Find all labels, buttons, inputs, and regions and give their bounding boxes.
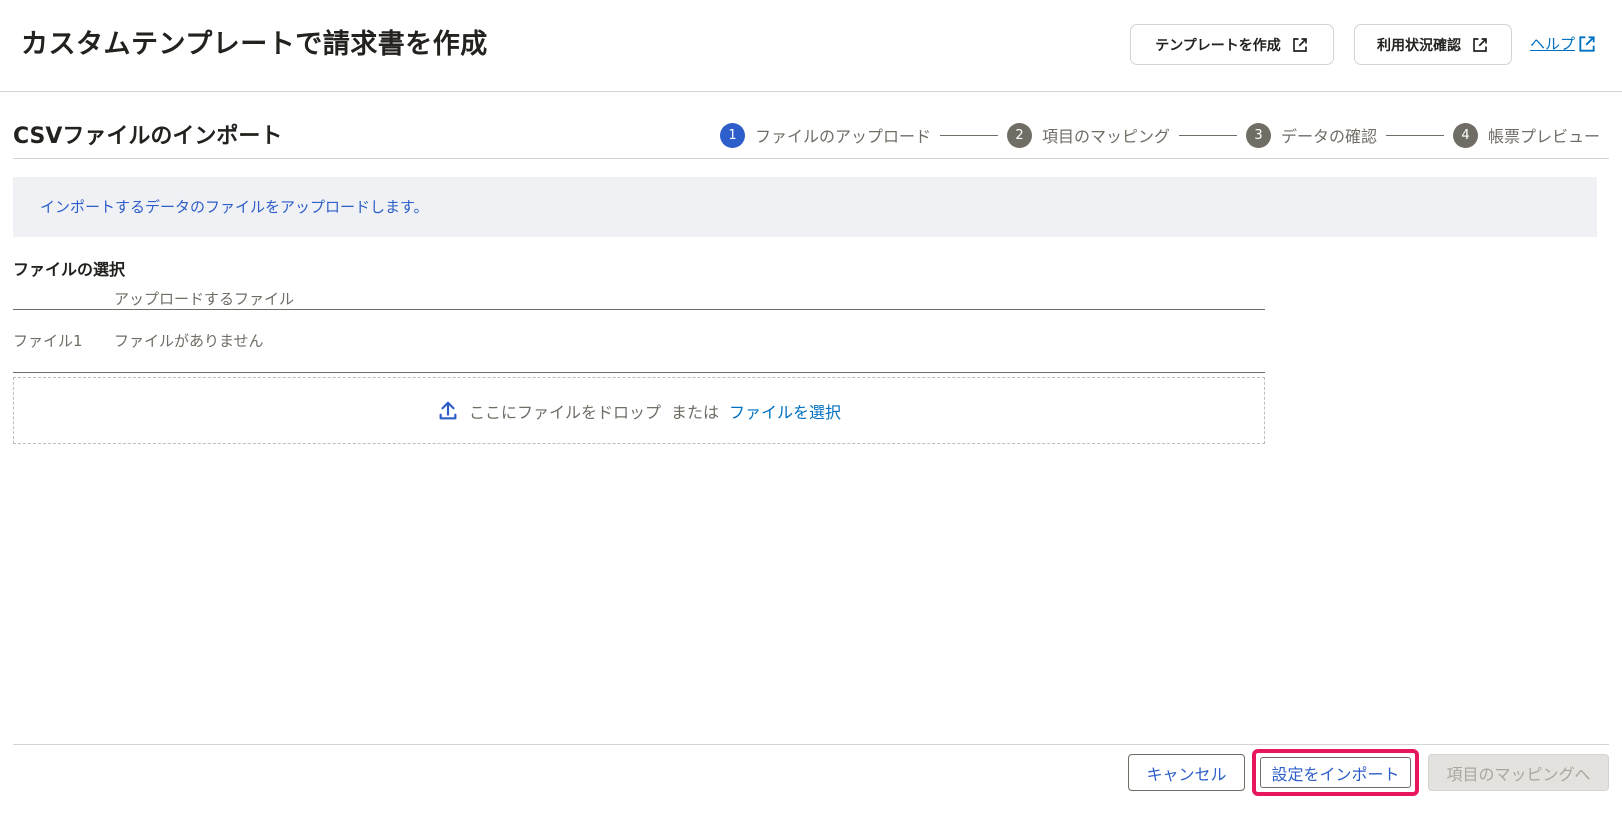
step-number: 1	[720, 122, 745, 148]
create-template-label: テンプレートを作成	[1155, 37, 1281, 54]
file-table: アップロードするファイル ファイル1 ファイルがありません	[13, 284, 1265, 373]
table-row: ファイル1 ファイルがありません	[13, 310, 1265, 373]
column-header: アップロードするファイル	[114, 290, 295, 308]
step-label: ファイルのアップロード	[755, 127, 932, 146]
file-dropzone[interactable]: ここにファイルをドロップ または ファイルを選択	[13, 377, 1265, 444]
step-label: 帳票プレビュー	[1488, 127, 1601, 146]
step-label: 項目のマッピング	[1042, 127, 1171, 146]
info-message: インポートするデータのファイルをアップロードします。	[40, 198, 429, 216]
page-title: カスタムテンプレートで請求書を作成	[21, 29, 488, 60]
step-label: データの確認	[1281, 127, 1378, 146]
step-connector	[1386, 134, 1445, 136]
footer-divider	[13, 744, 1609, 745]
import-settings-highlight: 設定をインポート	[1252, 749, 1419, 796]
import-settings-button[interactable]: 設定をインポート	[1260, 757, 1411, 788]
section-divider	[13, 158, 1609, 159]
step-number: 2	[1007, 122, 1033, 148]
step-file-upload: 1 ファイルのアップロード	[720, 122, 932, 148]
step-number: 3	[1246, 122, 1272, 148]
create-template-button[interactable]: テンプレートを作成	[1130, 24, 1334, 65]
step-data-confirm: 3 データの確認	[1246, 122, 1378, 148]
external-link-icon	[1579, 35, 1595, 52]
row-value: ファイルがありません	[114, 332, 264, 350]
usage-status-label: 利用状況確認	[1377, 37, 1461, 54]
or-text: または	[670, 402, 719, 422]
select-file-link[interactable]: ファイルを選択	[729, 399, 841, 423]
page-header: カスタムテンプレートで請求書を作成 テンプレートを作成 利用状況確認 ヘルプ	[0, 0, 1622, 92]
step-form-preview: 4 帳票プレビュー	[1453, 122, 1601, 148]
section-title: CSVファイルのインポート	[13, 124, 283, 149]
upload-icon	[439, 401, 457, 419]
step-connector	[940, 134, 999, 136]
row-label: ファイル1	[13, 332, 83, 350]
next-mapping-button[interactable]: 項目のマッピングへ	[1428, 754, 1609, 791]
step-number: 4	[1453, 122, 1479, 148]
help-link[interactable]: ヘルプ	[1530, 33, 1597, 54]
info-banner: インポートするデータのファイルをアップロードします。	[13, 177, 1597, 237]
cancel-button[interactable]: キャンセル	[1128, 754, 1245, 791]
help-link-label: ヘルプ	[1530, 35, 1576, 53]
drop-text: ここにファイルをドロップ	[468, 402, 661, 422]
external-link-icon	[1292, 37, 1307, 52]
usage-status-button[interactable]: 利用状況確認	[1354, 24, 1512, 65]
table-header-row: アップロードするファイル	[13, 284, 1265, 310]
step-connector	[1179, 134, 1238, 136]
progress-stepper: 1 ファイルのアップロード 2 項目のマッピング 3 データの確認 4 帳票プレ…	[720, 121, 1600, 149]
file-select-heading: ファイルの選択	[13, 260, 126, 279]
external-link-icon	[1473, 37, 1487, 52]
step-field-mapping: 2 項目のマッピング	[1007, 122, 1171, 148]
